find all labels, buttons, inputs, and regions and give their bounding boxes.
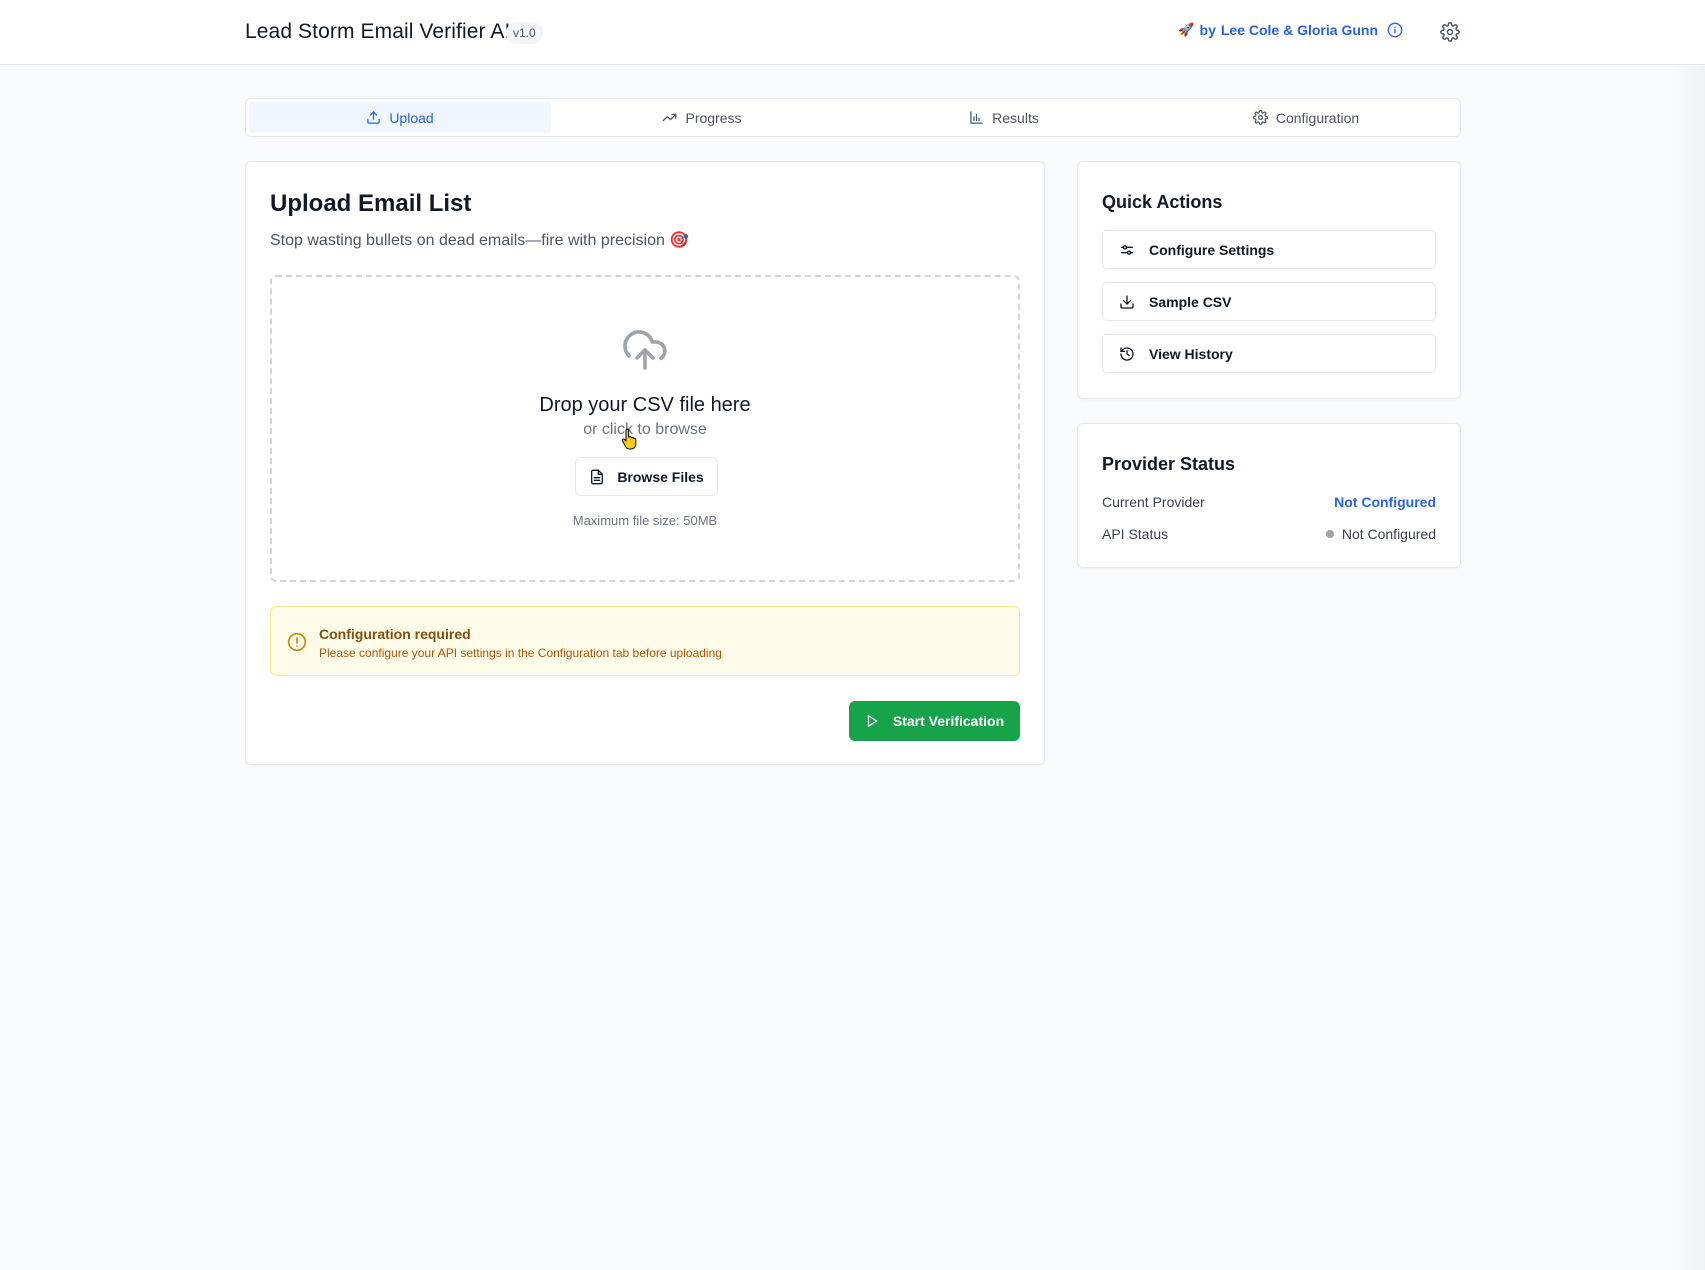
- api-status-row: API Status Not Configured: [1102, 526, 1436, 542]
- sliders-icon: [1121, 244, 1133, 255]
- configure-settings-label: Configure Settings: [1149, 241, 1275, 258]
- status-dot-icon: [1325, 530, 1334, 538]
- upload-title: Upload Email List: [270, 190, 472, 217]
- api-status-value: Not Configured: [1341, 526, 1436, 542]
- api-status-value-wrap: Not Configured: [1325, 526, 1436, 542]
- current-provider-label: Current Provider: [1102, 494, 1205, 510]
- rocket-icon: 🚀: [1178, 22, 1195, 37]
- provider-status-title: Provider Status: [1102, 454, 1236, 474]
- scrollbar-track: [1671, 66, 1705, 1270]
- tab-results-label: Results: [992, 109, 1039, 126]
- main-tabs: Upload Progress Results Configuration: [245, 98, 1461, 137]
- bar-chart-icon: [970, 111, 983, 124]
- credit: 🚀 by Lee Cole & Gloria Gunn: [1178, 22, 1403, 38]
- tab-upload-label: Upload: [389, 109, 434, 126]
- cloud-upload-icon: [623, 330, 667, 370]
- trending-up-icon: [663, 113, 677, 122]
- tab-upload[interactable]: Upload: [249, 102, 551, 133]
- configure-settings-button[interactable]: Configure Settings: [1102, 230, 1436, 269]
- gear-icon: [1252, 110, 1268, 125]
- upload-card: Upload Email List Stop wasting bullets o…: [245, 161, 1045, 765]
- api-status-label: API Status: [1102, 526, 1169, 542]
- tab-progress-label: Progress: [685, 109, 742, 126]
- app-header: Lead Storm Email Verifier AI v1.0 🚀 by L…: [0, 0, 1705, 65]
- view-history-button[interactable]: View History: [1102, 334, 1436, 373]
- app-title: Lead Storm Email Verifier AI: [245, 20, 511, 43]
- version-badge: v1.0: [506, 22, 543, 44]
- quick-actions-card: Quick Actions Configure Settings Sample …: [1077, 161, 1461, 399]
- settings-gear-icon[interactable]: [1440, 22, 1460, 42]
- alert-title: Configuration required: [319, 626, 471, 642]
- config-required-alert: Configuration required Please configure …: [270, 606, 1020, 676]
- alert-text: Please configure your API settings in th…: [319, 646, 722, 660]
- csv-dropzone[interactable]: Drop your CSV file here or click to brow…: [270, 275, 1020, 582]
- file-icon: [591, 469, 604, 484]
- current-provider-row: Current Provider Not Configured: [1102, 494, 1436, 510]
- tab-results[interactable]: Results: [853, 102, 1155, 133]
- upload-subtitle: Stop wasting bullets on dead emails—fire…: [270, 232, 690, 249]
- browse-files-label: Browse Files: [617, 468, 704, 485]
- start-verification-button[interactable]: Start Verification: [849, 701, 1020, 741]
- tab-configuration[interactable]: Configuration: [1155, 102, 1457, 133]
- current-provider-value[interactable]: Not Configured: [1334, 494, 1436, 510]
- alert-circle-icon: [287, 632, 307, 652]
- drop-title: Drop your CSV file here: [539, 394, 751, 416]
- drop-subtitle: or click to browse: [583, 421, 707, 438]
- sample-csv-label: Sample CSV: [1149, 293, 1232, 310]
- start-verification-label: Start Verification: [892, 713, 1005, 729]
- max-file-size: Maximum file size: 50MB: [572, 513, 718, 528]
- info-icon[interactable]: [1387, 22, 1403, 38]
- download-icon: [1120, 294, 1134, 309]
- sample-csv-button[interactable]: Sample CSV: [1102, 282, 1436, 321]
- hand-cursor-icon: [621, 428, 637, 450]
- play-icon: [867, 715, 878, 727]
- history-icon: [1120, 346, 1134, 361]
- tab-progress[interactable]: Progress: [551, 102, 853, 133]
- quick-actions-title: Quick Actions: [1102, 192, 1223, 212]
- credit-names[interactable]: Lee Cole & Gloria Gunn: [1221, 22, 1378, 38]
- credit-by: by: [1199, 22, 1216, 38]
- browse-files-button[interactable]: Browse Files: [575, 457, 718, 496]
- view-history-label: View History: [1149, 345, 1233, 362]
- provider-status-card: Provider Status Current Provider Not Con…: [1077, 423, 1461, 568]
- tab-configuration-label: Configuration: [1275, 109, 1360, 126]
- upload-icon: [367, 111, 381, 124]
